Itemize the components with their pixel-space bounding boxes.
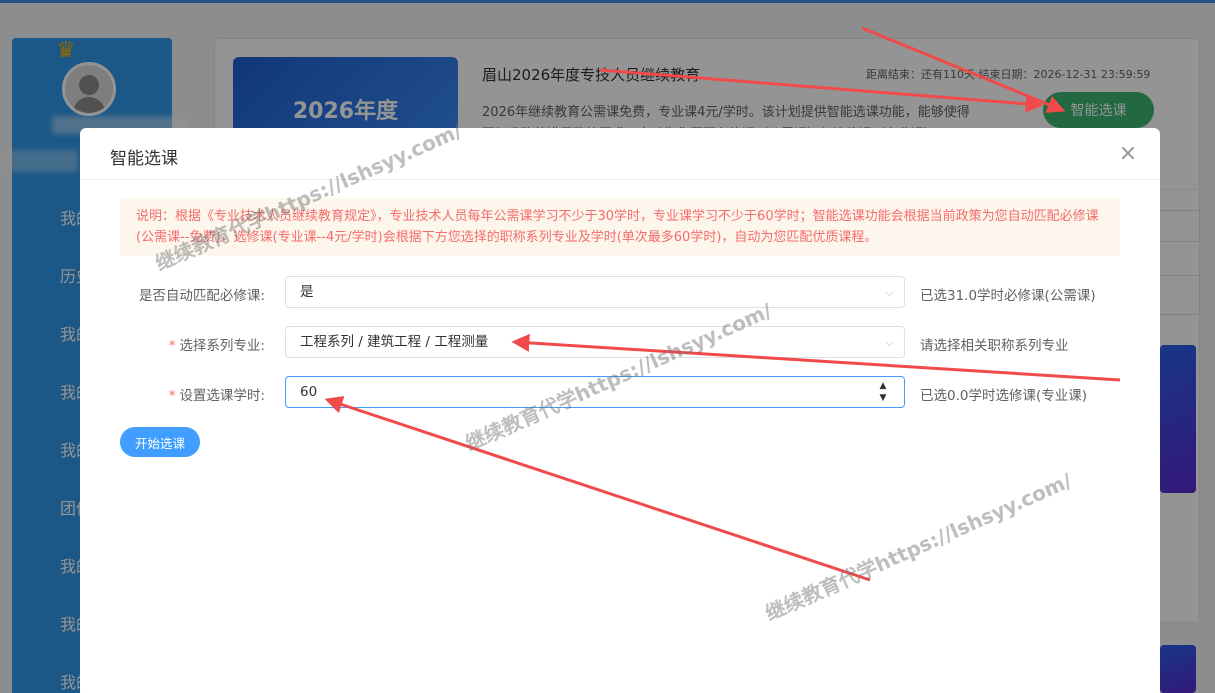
dialog-title: 智能选课 — [110, 149, 178, 169]
policy-notice: 说明：根据《专业技术人员继续教育规定》，专业技术人员每年公需课学习不少于30学时… — [120, 198, 1120, 256]
required-mark: * — [168, 338, 176, 354]
hours-value: 60 — [300, 384, 318, 400]
chevron-down-icon: ⌵ — [884, 285, 894, 299]
number-stepper[interactable]: ▲ ▼ — [876, 380, 890, 404]
hours-hint: 已选0.0学时选修课(专业课) — [920, 388, 1088, 404]
auto-match-hint: 已选31.0学时必修课(公需课) — [920, 288, 1096, 304]
hours-label: * 设置选课学时: — [168, 388, 265, 404]
series-value: 工程系列 / 建筑工程 / 工程测量 — [300, 334, 489, 350]
auto-match-select[interactable]: 是 ⌵ — [285, 276, 905, 308]
chevron-down-icon: ⌵ — [884, 335, 894, 349]
close-icon[interactable]: × — [1116, 142, 1140, 166]
smart-select-dialog: 智能选课 × 说明：根据《专业技术人员继续教育规定》，专业技术人员每年公需课学习… — [80, 128, 1160, 693]
auto-match-label: 是否自动匹配必修课: — [138, 288, 265, 304]
step-down-icon[interactable]: ▼ — [876, 392, 890, 404]
series-label: * 选择系列专业: — [168, 338, 265, 354]
start-select-button[interactable]: 开始选课 — [120, 427, 200, 457]
dialog-header: 智能选课 × — [80, 128, 1160, 180]
step-up-icon[interactable]: ▲ — [876, 380, 890, 392]
series-hint: 请选择相关职称系列专业 — [920, 338, 1069, 354]
auto-match-value: 是 — [300, 284, 314, 300]
hours-number-input[interactable]: 60 ▲ ▼ — [285, 376, 905, 408]
required-mark: * — [168, 388, 176, 404]
series-cascader[interactable]: 工程系列 / 建筑工程 / 工程测量 ⌵ — [285, 326, 905, 358]
